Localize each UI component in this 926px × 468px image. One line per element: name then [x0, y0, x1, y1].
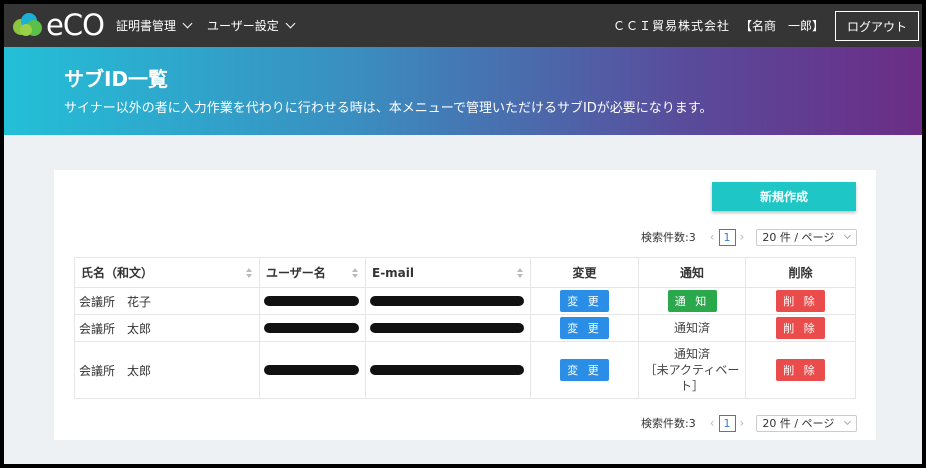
page-size-select[interactable]: 20 件 / ページ: [756, 414, 858, 432]
change-button[interactable]: 変 更: [560, 317, 609, 339]
notify-status: 通知済: [673, 347, 710, 361]
cell-change: 変 更: [530, 314, 639, 342]
cell-email: [365, 341, 531, 399]
cell-username: [259, 314, 366, 342]
sub-id-list-card: 新規作成 検索件数:3 ‹ 1 › 20 件 / ページ 氏名（和文） ユーザー…: [54, 170, 876, 440]
redacted-username: [264, 365, 359, 375]
chevron-down-icon: [182, 18, 193, 29]
column-header-email[interactable]: E-mail: [365, 257, 531, 288]
eco-logo[interactable]: eCO: [12, 8, 105, 42]
sort-icon[interactable]: [246, 268, 252, 278]
result-count: 検索件数:3: [641, 417, 696, 430]
cell-change: 変 更: [530, 287, 639, 315]
cell-email: [365, 314, 531, 342]
nav-certificate-management-label: 証明書管理: [116, 19, 177, 33]
pagination-bottom: 検索件数:3 ‹ 1 › 20 件 / ページ: [641, 413, 858, 433]
notify-status: 通知済: [673, 321, 710, 335]
cell-notify: 通知済: [638, 314, 746, 342]
prev-page-icon[interactable]: ‹: [710, 416, 715, 430]
page-size-value: 20 件 / ページ: [762, 231, 835, 244]
next-page-icon[interactable]: ›: [740, 416, 745, 430]
cell-email: [365, 287, 531, 315]
nav-user-settings-label: ユーザー設定: [207, 19, 279, 33]
new-create-button[interactable]: 新規作成: [712, 182, 856, 211]
page-size-value: 20 件 / ページ: [762, 417, 835, 430]
cell-username: [259, 341, 366, 399]
delete-button[interactable]: 削 除: [776, 290, 825, 312]
column-header-change: 変更: [530, 257, 639, 288]
cell-delete: 削 除: [745, 314, 856, 342]
top-nav-bar: eCO 証明書管理 ユーザー設定 ＣＣＩ貿易株式会社 【名商 一郎】 ログアウト: [4, 4, 922, 47]
cell-notify: 通 知: [638, 287, 746, 315]
redacted-username: [264, 323, 359, 333]
next-page-icon[interactable]: ›: [740, 230, 745, 244]
nav-certificate-management[interactable]: 証明書管理: [116, 4, 193, 47]
current-user-name: 【名商 一郎】: [740, 19, 825, 33]
chevron-down-icon: [844, 417, 852, 425]
sort-icon[interactable]: [352, 268, 358, 278]
pagination-top: 検索件数:3 ‹ 1 › 20 件 / ページ: [641, 227, 858, 247]
notify-status-detail: ［未アクティベー: [644, 363, 740, 377]
cell-change: 変 更: [530, 341, 639, 399]
leaf-logo-icon: [13, 13, 42, 36]
company-name: ＣＣＩ貿易株式会社: [613, 19, 731, 33]
page-number-button[interactable]: 1: [718, 414, 736, 432]
cell-delete: 削 除: [745, 287, 856, 315]
chevron-down-icon: [285, 18, 296, 29]
page-title: サブID一覧: [64, 67, 169, 91]
change-button[interactable]: 変 更: [560, 359, 609, 381]
result-count: 検索件数:3: [641, 231, 696, 244]
table-header-row: 氏名（和文） ユーザー名 E-mail 変更 通知 削除: [74, 257, 856, 288]
nav-user-settings[interactable]: ユーザー設定: [207, 4, 296, 47]
column-header-name[interactable]: 氏名（和文）: [74, 257, 260, 288]
table-row: 会議所 太郎 変 更 通知済 ［未アクティベー ト］ 削 除: [74, 341, 856, 399]
delete-button[interactable]: 削 除: [776, 359, 825, 381]
cell-name: 会議所 花子: [74, 287, 260, 315]
logout-button[interactable]: ログアウト: [835, 11, 919, 41]
redacted-username: [264, 296, 359, 306]
change-button[interactable]: 変 更: [560, 290, 609, 312]
app-window: eCO 証明書管理 ユーザー設定 ＣＣＩ貿易株式会社 【名商 一郎】 ログアウト…: [4, 4, 922, 464]
prev-page-icon[interactable]: ‹: [710, 230, 715, 244]
page-description: サイナー以外の者に入力作業を代わりに行わせる時は、本メニューで管理いただけるサブ…: [64, 101, 713, 116]
redacted-email: [370, 365, 524, 375]
cell-name: 会議所 太郎: [74, 341, 260, 399]
sort-icon[interactable]: [517, 268, 523, 278]
cell-name: 会議所 太郎: [74, 314, 260, 342]
table-row: 会議所 花子 変 更 通 知 削 除: [74, 287, 856, 315]
table-row: 会議所 太郎 変 更 通知済 削 除: [74, 314, 856, 342]
column-header-username[interactable]: ユーザー名: [259, 257, 366, 288]
notify-status-detail-end: ト］: [679, 379, 704, 393]
notify-button[interactable]: 通 知: [667, 290, 717, 312]
delete-button[interactable]: 削 除: [776, 317, 825, 339]
cell-username: [259, 287, 366, 315]
column-header-notify: 通知: [638, 257, 746, 288]
page-banner: サブID一覧 サイナー以外の者に入力作業を代わりに行わせる時は、本メニューで管理…: [4, 47, 922, 135]
page-size-select[interactable]: 20 件 / ページ: [756, 228, 858, 246]
column-header-delete: 削除: [745, 257, 856, 288]
redacted-email: [370, 323, 524, 333]
sub-id-table: 氏名（和文） ユーザー名 E-mail 変更 通知 削除 会議所 花子 変 更 …: [74, 257, 856, 399]
page-number-button[interactable]: 1: [718, 228, 736, 246]
redacted-email: [370, 296, 524, 306]
cell-notify: 通知済 ［未アクティベー ト］: [638, 341, 746, 399]
logo-text: eCO: [46, 8, 105, 42]
chevron-down-icon: [844, 231, 852, 239]
cell-delete: 削 除: [745, 341, 856, 399]
